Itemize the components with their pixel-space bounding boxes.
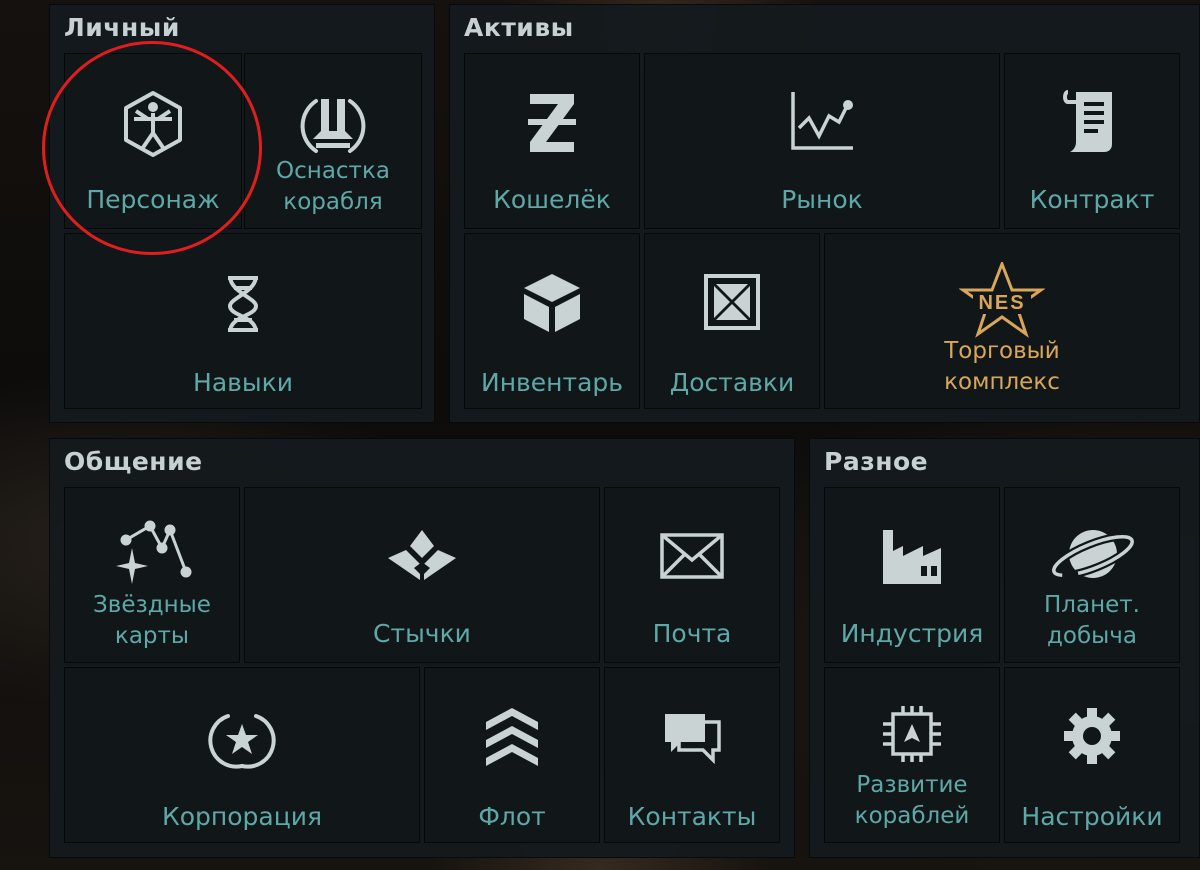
tile-fleet[interactable]: Флот xyxy=(424,667,600,843)
tile-contacts[interactable]: Контакты xyxy=(604,667,780,843)
tile-trade-complex[interactable]: NES Торговый комплекс xyxy=(824,233,1180,409)
tile-skills[interactable]: Навыки xyxy=(64,233,422,409)
tile-market[interactable]: Рынок xyxy=(644,53,1000,229)
tile-skirmish[interactable]: Стычки xyxy=(244,487,600,663)
misc-title: Разное xyxy=(824,447,929,476)
tile-inventory-label: Инвентарь xyxy=(481,368,623,397)
misc-panel: Разное Индустрия Планет. добыча Развитие… xyxy=(809,438,1200,858)
tile-industry-label: Индустрия xyxy=(840,619,984,648)
tile-market-label: Рынок xyxy=(781,185,863,214)
tile-character[interactable]: Персонаж xyxy=(64,53,242,229)
tile-trade-complex-label: Торговый комплекс xyxy=(944,338,1060,395)
tile-skirmish-label: Стычки xyxy=(373,619,471,648)
tile-ship-fitting[interactable]: Оснастка корабля xyxy=(244,53,422,229)
tile-contract[interactable]: Контракт xyxy=(1004,53,1180,229)
scroll-contract-icon xyxy=(1005,86,1179,156)
crate-delivery-icon xyxy=(645,272,819,332)
vitruvian-hexagon-icon xyxy=(65,89,241,159)
star-wreath-icon xyxy=(65,706,419,772)
tile-contacts-label: Контакты xyxy=(627,802,757,831)
cube-inventory-icon xyxy=(465,270,639,336)
tile-mail[interactable]: Почта xyxy=(604,487,780,663)
personal-panel: Личный Персонаж Оснастка корабля Навыки xyxy=(49,4,435,423)
tile-wallet[interactable]: Кошелёк xyxy=(464,53,640,229)
z-wallet-icon xyxy=(465,90,639,156)
tile-star-maps-label: Звёздные карты xyxy=(93,592,211,649)
tile-ship-development-label: Развитие кораблей xyxy=(854,772,970,829)
assets-panel: Активы Кошелёк Рынок Контракт Инвентарь … xyxy=(449,4,1200,423)
nes-logo-text: NES xyxy=(978,292,1025,314)
tile-ship-development[interactable]: Развитие кораблей xyxy=(824,667,1000,843)
tile-mail-label: Почта xyxy=(652,619,732,648)
skirmish-diamond-icon xyxy=(245,528,599,584)
social-panel: Общение Звёздные карты Стычки Почта Корп… xyxy=(49,438,795,858)
tile-corporation-label: Корпорация xyxy=(161,802,323,831)
ship-fitting-icon xyxy=(245,89,421,163)
tile-character-label: Персонаж xyxy=(86,185,220,214)
tile-planetary[interactable]: Планет. добыча xyxy=(1004,487,1180,663)
constellation-icon xyxy=(65,518,239,588)
tile-skills-label: Навыки xyxy=(193,368,293,397)
nes-star-logo-icon: NES xyxy=(825,262,1179,338)
tile-settings-label: Настройки xyxy=(1021,802,1163,831)
personal-title: Личный xyxy=(64,13,180,42)
tile-corporation[interactable]: Корпорация xyxy=(64,667,420,843)
tile-deliveries[interactable]: Доставки xyxy=(644,233,820,409)
assets-title: Активы xyxy=(464,13,574,42)
gear-icon xyxy=(1005,706,1179,766)
planet-ring-icon xyxy=(1005,524,1179,586)
tile-industry[interactable]: Индустрия xyxy=(824,487,1000,663)
tile-contract-label: Контракт xyxy=(1029,185,1155,214)
tile-ship-fitting-label: Оснастка корабля xyxy=(276,158,390,215)
envelope-icon xyxy=(605,532,779,580)
factory-icon xyxy=(825,526,999,586)
market-chart-icon xyxy=(645,88,999,154)
tile-star-maps[interactable]: Звёздные карты xyxy=(64,487,240,663)
tile-deliveries-label: Доставки xyxy=(669,368,795,397)
tile-fleet-label: Флот xyxy=(478,802,546,831)
social-title: Общение xyxy=(64,447,203,476)
tile-inventory[interactable]: Инвентарь xyxy=(464,233,640,409)
tile-wallet-label: Кошелёк xyxy=(493,185,611,214)
chat-bubbles-icon xyxy=(605,710,779,764)
dna-skills-icon xyxy=(65,272,421,336)
tile-planetary-label: Планет. добыча xyxy=(1044,592,1140,649)
chevrons-fleet-icon xyxy=(425,706,599,768)
ship-development-icon xyxy=(825,702,999,766)
tile-settings[interactable]: Настройки xyxy=(1004,667,1180,843)
